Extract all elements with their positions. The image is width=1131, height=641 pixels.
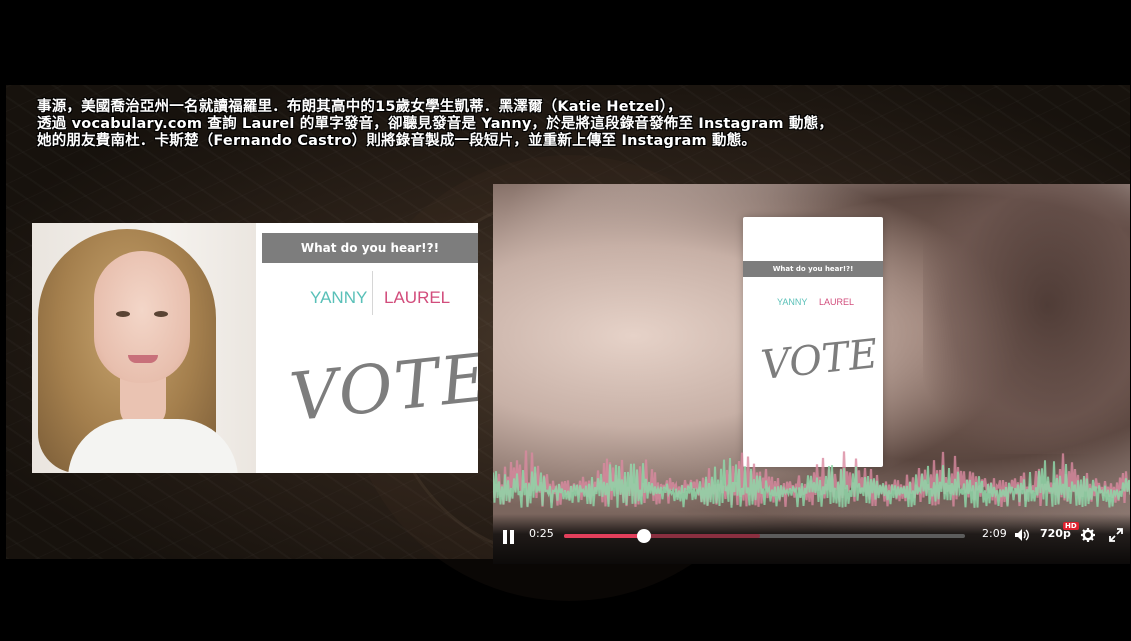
phone-screen: What do you hear!?! YANNY LAUREL VOTE bbox=[743, 217, 883, 467]
blurred-background bbox=[923, 184, 1130, 454]
duration: 2:09 bbox=[982, 527, 1007, 540]
gear-icon[interactable] bbox=[1081, 528, 1095, 542]
phone-vote-text: VOTE bbox=[758, 331, 880, 389]
poll-card: What do you hear!?! YANNY LAUREL VOTE bbox=[262, 223, 478, 473]
left-eye bbox=[116, 311, 130, 317]
mouth bbox=[128, 355, 158, 363]
phone-poll-banner: What do you hear!?! bbox=[743, 261, 883, 277]
volume-icon[interactable] bbox=[1014, 528, 1030, 542]
right-eye bbox=[154, 311, 168, 317]
phone-option-yanny: YANNY bbox=[777, 297, 808, 307]
fullscreen-icon[interactable] bbox=[1109, 528, 1123, 542]
option-divider bbox=[372, 271, 373, 315]
pause-icon[interactable] bbox=[502, 530, 516, 544]
news-caption: 事源，美國喬治亞州一名就讀福羅里．布朗其高中的15歲女學生凱蒂．黑澤爾（Kati… bbox=[37, 99, 1117, 150]
progress-thumb[interactable] bbox=[637, 529, 652, 543]
player-controls: 0:25 2:09 720p HD bbox=[493, 514, 1130, 564]
vote-text: VOTE bbox=[286, 338, 478, 437]
caption-line-2: 透過 vocabulary.com 查詢 Laurel 的單字發音，卻聽見發音是… bbox=[37, 116, 834, 132]
face bbox=[94, 251, 190, 383]
phone-option-laurel: LAUREL bbox=[819, 297, 855, 307]
progress-bar[interactable] bbox=[564, 529, 965, 543]
caption-line-1: 事源，美國喬治亞州一名就讀福羅里．布朗其高中的15歲女學生凱蒂．黑澤爾（Kati… bbox=[37, 99, 682, 115]
progress-played bbox=[564, 534, 645, 538]
selfie-video-clip: What do you hear!?! YANNY LAUREL VOTE bbox=[32, 223, 478, 473]
current-time: 0:25 bbox=[529, 527, 554, 540]
audio-waveform bbox=[493, 450, 1130, 509]
poll-options: YANNY LAUREL bbox=[262, 278, 478, 314]
poll-banner: What do you hear!?! bbox=[262, 233, 478, 263]
option-yanny: YANNY bbox=[310, 288, 368, 307]
option-laurel: LAUREL bbox=[384, 288, 451, 307]
video-frame: 事源，美國喬治亞州一名就讀福羅里．布朗其高中的15歲女學生凱蒂．黑澤爾（Kati… bbox=[6, 6, 1130, 636]
video-player[interactable]: What do you hear!?! YANNY LAUREL VOTE 0:… bbox=[493, 184, 1130, 564]
hd-badge: HD bbox=[1063, 522, 1079, 530]
girl-photo bbox=[32, 223, 256, 473]
caption-line-3: 她的朋友費南杜．卡斯楚（Fernando Castro）則將錄音製成一段短片，並… bbox=[37, 133, 757, 149]
